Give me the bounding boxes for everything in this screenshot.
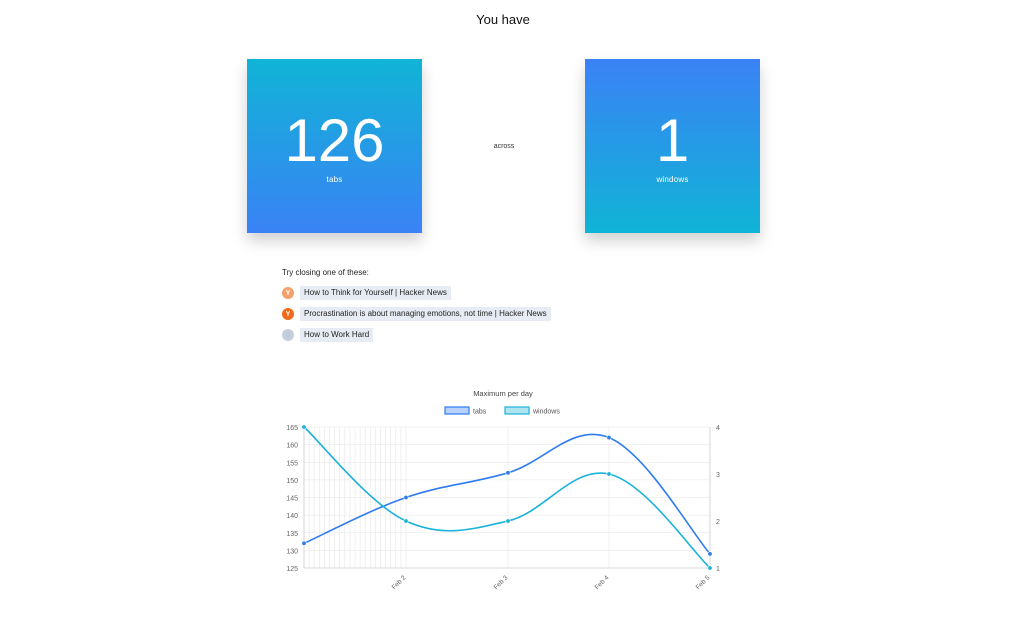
x-tick-label: Feb 2 <box>391 574 408 591</box>
data-point-tabs[interactable] <box>403 495 409 501</box>
data-point-windows[interactable] <box>707 565 713 571</box>
y-left-tick-label: 165 <box>286 425 298 432</box>
max-per-day-chart: 125 130 135 140 145 150 155 160 165 1 2 3 4 Feb 2 Feb … <box>286 406 720 591</box>
suggestion-link[interactable]: How to Think for Yourself | Hacker News <box>300 286 451 300</box>
suggestion-item[interactable]: Y How to Think for Yourself | Hacker New… <box>282 286 551 300</box>
tab-stats-page: You have 126 tabs across 1 windows Try c… <box>0 0 1020 638</box>
suggestion-link[interactable]: How to Work Hard <box>300 328 374 342</box>
y-right-tick-label: 1 <box>716 566 720 573</box>
tabs-count-value: 126 <box>284 107 385 174</box>
windows-count-value: 1 <box>655 107 690 174</box>
suggestions-list: Y How to Think for Yourself | Hacker New… <box>282 286 551 349</box>
data-point-tabs[interactable] <box>606 435 612 441</box>
data-point-windows[interactable] <box>403 518 409 524</box>
y-left-tick-label: 130 <box>286 548 298 555</box>
windows-count-card: 1 windows <box>585 59 760 233</box>
y-right-tick-label: 4 <box>716 425 720 432</box>
data-point-windows[interactable] <box>505 518 511 524</box>
legend-swatch[interactable] <box>444 406 470 415</box>
data-point-windows[interactable] <box>301 424 307 430</box>
data-point-tabs[interactable] <box>707 551 713 557</box>
data-point-windows[interactable] <box>606 471 612 477</box>
y-left-tick-label: 140 <box>286 513 298 520</box>
y-right-tick-label: 2 <box>716 519 720 526</box>
tabs-count-label: tabs <box>326 175 343 184</box>
y-left-tick-label: 160 <box>286 443 298 450</box>
suggestion-link[interactable]: Procrastination is about managing emotio… <box>300 307 551 321</box>
x-tick-label: Feb 3 <box>493 574 510 591</box>
data-point-tabs[interactable] <box>505 470 511 476</box>
x-tick-label: Feb 4 <box>594 574 611 591</box>
suggestion-item[interactable]: ◌ How to Work Hard <box>282 328 551 342</box>
page-title: You have <box>476 12 530 27</box>
suggestions-title: Try closing one of these: <box>282 268 369 277</box>
windows-count-label: windows <box>656 175 689 184</box>
y-left-tick-label: 145 <box>286 496 298 503</box>
y-left-tick-label: 125 <box>286 566 298 573</box>
y-left-tick-label: 135 <box>286 531 298 538</box>
hacker-news-icon: Y <box>282 308 294 320</box>
suggestion-item[interactable]: Y Procrastination is about managing emot… <box>282 307 551 321</box>
chart-title: Maximum per day <box>473 389 533 398</box>
tabs-count-card: 126 tabs <box>247 59 422 233</box>
legend-swatch[interactable] <box>504 406 530 415</box>
data-point-tabs[interactable] <box>301 540 307 546</box>
legend-label[interactable]: tabs <box>473 409 487 416</box>
y-right-tick-label: 3 <box>716 472 720 479</box>
y-left-tick-label: 150 <box>286 478 298 485</box>
legend-label[interactable]: windows <box>532 409 560 416</box>
hacker-news-icon: Y <box>282 287 294 299</box>
x-tick-label: Feb 5 <box>695 574 712 591</box>
globe-icon: ◌ <box>282 329 294 341</box>
y-left-tick-label: 155 <box>286 460 298 467</box>
across-connector: across <box>493 143 515 150</box>
